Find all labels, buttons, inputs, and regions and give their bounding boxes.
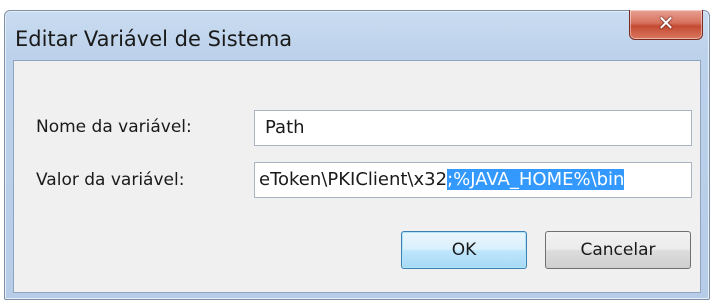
close-button[interactable]: ✕ — [629, 10, 703, 40]
variable-value-label: Valor da variável: — [36, 170, 185, 190]
variable-name-field[interactable]: Path — [254, 110, 692, 146]
variable-value-field[interactable]: eToken\PKIClient\x32;%JAVA_HOME%\bin — [254, 162, 692, 198]
title-bar[interactable]: Editar Variável de Sistema ✕ — [5, 10, 709, 59]
dialog-window: Editar Variável de Sistema ✕ Nome da var… — [4, 10, 710, 300]
dialog-title: Editar Variável de Sistema — [15, 27, 293, 51]
variable-name-text: Path — [265, 117, 305, 138]
ok-button[interactable]: OK — [401, 231, 527, 269]
close-icon: ✕ — [657, 11, 675, 35]
variable-value-text: eToken\PKIClient\x32;%JAVA_HOME%\bin — [259, 169, 625, 190]
variable-value-unselected: eToken\PKIClient\x32 — [259, 169, 448, 190]
cancel-button[interactable]: Cancelar — [545, 231, 691, 269]
dialog-body: Nome da variável: Path Valor da variável… — [13, 60, 701, 293]
variable-name-label: Nome da variável: — [36, 117, 192, 137]
variable-value-selected: ;%JAVA_HOME%\bin — [447, 169, 625, 190]
